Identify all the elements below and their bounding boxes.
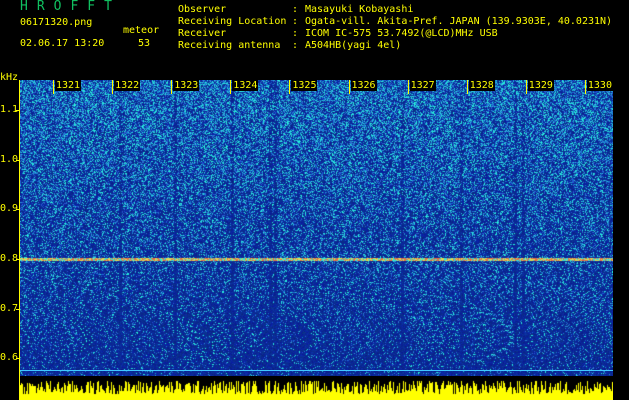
receiver-key: Receiver: [178, 28, 227, 39]
time-tick-mark: [171, 80, 173, 94]
spectrogram-canvas: [20, 80, 613, 376]
time-tick-label: 1321: [55, 80, 82, 91]
time-tick-label: 1325: [291, 80, 318, 91]
location-key: Receiving Location: [178, 16, 287, 27]
time-tick-mark: [289, 80, 291, 94]
activity-baseline: [20, 370, 613, 371]
time-tick-label: 1328: [468, 80, 495, 91]
capture-datetime: 02.06.17 13:20: [20, 38, 105, 49]
time-tick-label: 1329: [527, 80, 554, 91]
antenna-key: Receiving antenna: [178, 40, 281, 51]
file-name: 06171320.png: [20, 17, 93, 28]
location-value: Ogata-vill. Akita-Pref. JAPAN (139.9303E…: [305, 16, 613, 27]
time-tick-mark: [466, 80, 468, 94]
frequency-tick-mark: [16, 258, 20, 260]
separator-colon: :: [292, 4, 299, 15]
separator-colon: :: [292, 16, 299, 27]
hrofft-display: HROFFT 06171320.png meteor 02.06.17 13:2…: [0, 0, 629, 400]
separator-colon: :: [292, 40, 299, 51]
antenna-value: A504HB(yagi 4el): [305, 40, 402, 51]
spectrogram-plot: [20, 80, 613, 376]
meteor-count: 53: [138, 38, 151, 49]
time-tick-mark: [112, 80, 114, 94]
time-tick-mark: [230, 80, 232, 94]
frequency-tick-mark: [16, 308, 20, 310]
frequency-axis-line: [19, 80, 20, 400]
time-tick-label: 1323: [173, 80, 200, 91]
time-tick-mark: [53, 80, 54, 94]
time-tick-mark: [525, 80, 527, 94]
time-tick-label: 1326: [350, 80, 377, 91]
meteor-label: meteor: [123, 25, 160, 36]
app-logo: HROFFT: [20, 0, 121, 14]
frequency-tick-mark: [16, 358, 20, 360]
frequency-tick-mark: [16, 159, 20, 161]
frequency-unit-label: kHz: [0, 72, 19, 83]
observer-key: Observer: [178, 4, 227, 15]
observer-value: Masayuki Kobayashi: [305, 4, 414, 15]
time-tick-label: 1330: [586, 80, 613, 91]
time-tick-label: 1324: [232, 80, 259, 91]
frequency-tick-mark: [16, 209, 20, 211]
time-tick-mark: [584, 80, 586, 94]
time-tick-label: 1327: [409, 80, 436, 91]
time-tick-label: 1322: [114, 80, 141, 91]
separator-colon: :: [292, 28, 299, 39]
frequency-tick-mark: [16, 109, 20, 111]
time-tick-mark: [407, 80, 409, 94]
time-tick-mark: [348, 80, 350, 94]
receiver-value: ICOM IC-575 53.7492(@LCD)MHz USB: [305, 28, 498, 39]
activity-strip: [20, 376, 613, 400]
